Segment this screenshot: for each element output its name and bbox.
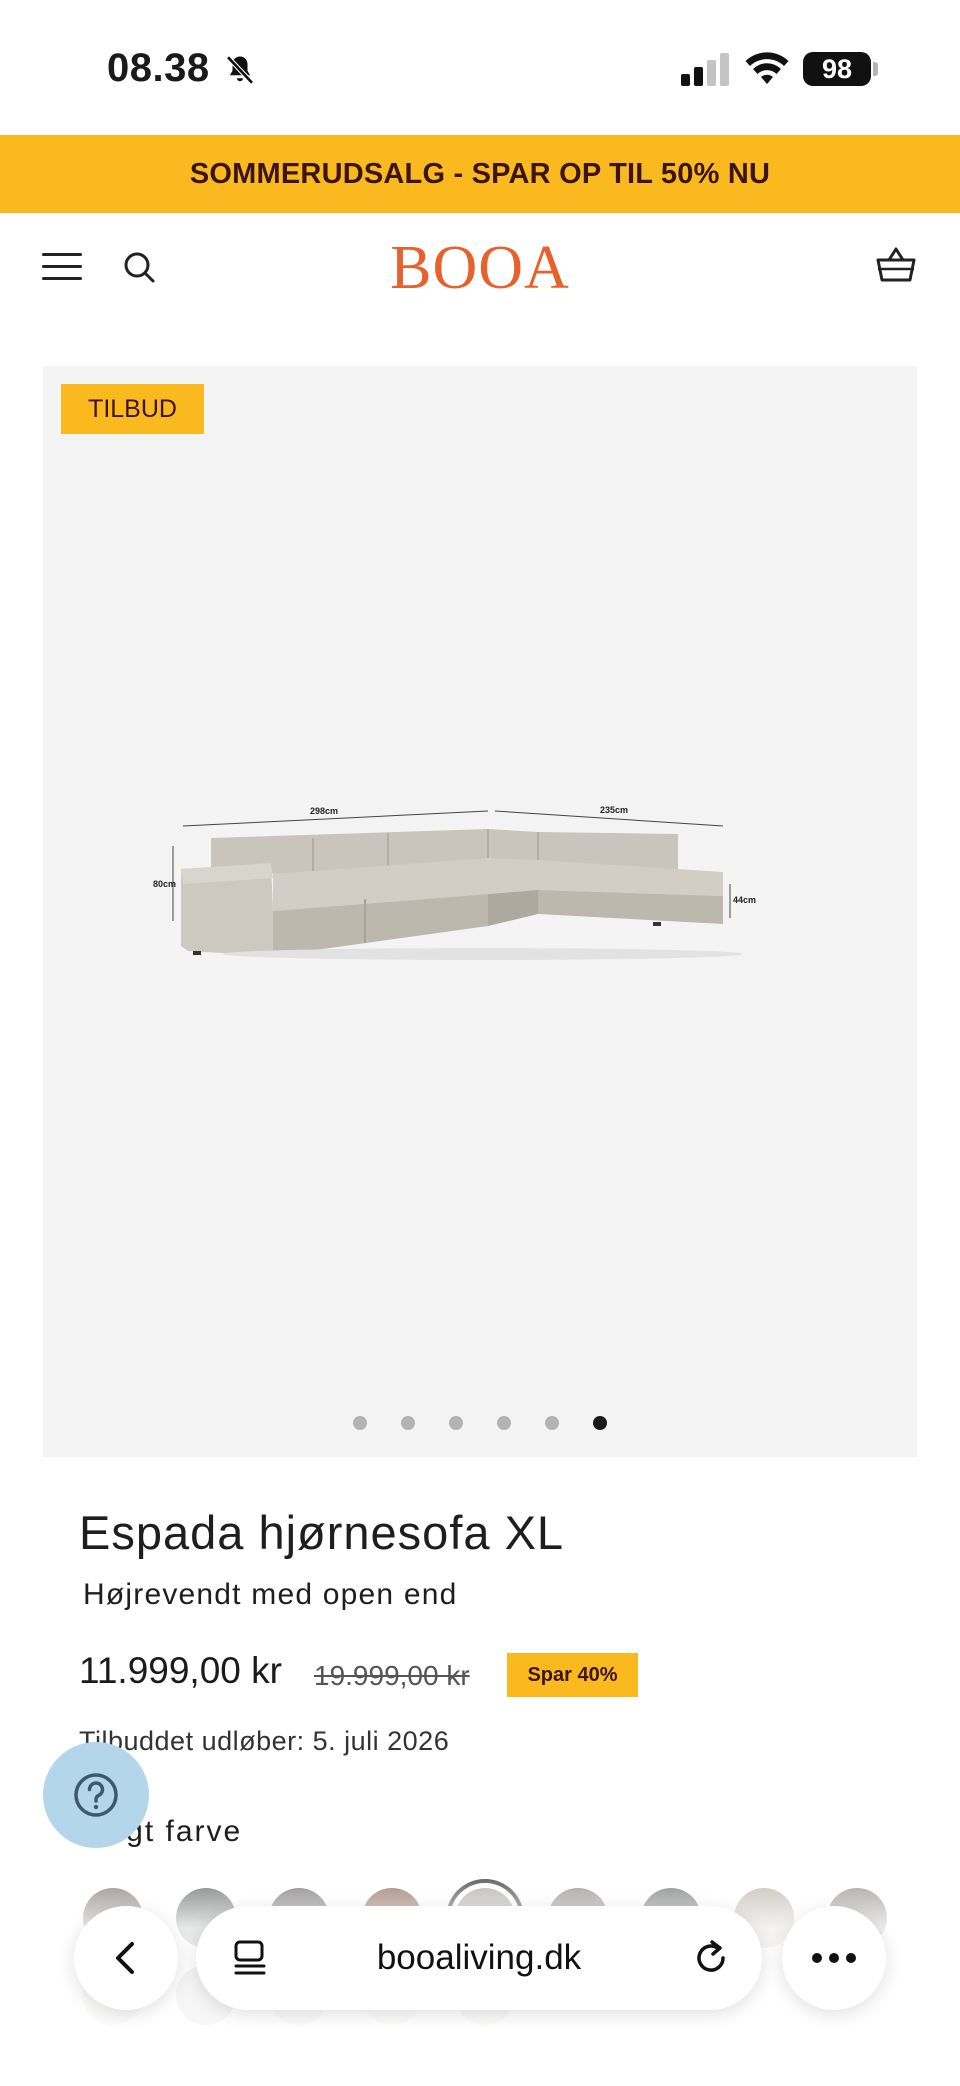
discount-badge: Spar 40% [507,1653,638,1697]
status-time: 08.38 [107,46,210,90]
dimension-seat-height: 44cm [733,895,756,905]
menu-icon[interactable] [42,253,82,283]
wifi-icon [745,52,789,84]
browser-back-button[interactable] [74,1906,178,2010]
promo-text: SOMMERUDSALG - SPAR OP TIL 50% NU [189,157,771,190]
chevron-left-icon [116,1942,134,1974]
help-button[interactable] [43,1742,149,1848]
browser-more-button[interactable] [782,1906,886,2010]
battery-cap [873,62,878,76]
product-variant: Højrevendt med open end [83,1578,458,1611]
battery-indicator: 98 [803,52,871,86]
current-price: 11.999,00 kr [79,1650,282,1691]
carousel-dots [43,1416,917,1436]
carousel-dot[interactable] [545,1416,559,1430]
dimension-height: 80cm [153,879,176,889]
promo-banner[interactable]: SOMMERUDSALG - SPAR OP TIL 50% NU [0,135,960,213]
status-bar: 08.38 98 [0,0,960,135]
carousel-dot[interactable] [401,1416,415,1430]
carousel-dot[interactable] [449,1416,463,1430]
offer-expiry-text: Tilbuddet udløber: 5. juli 2026 [79,1726,450,1756]
original-price: 19.999,00 kr [314,1660,470,1691]
carousel-dot[interactable] [353,1416,367,1430]
dimension-width-right: 235cm [600,805,628,815]
search-icon[interactable] [120,248,160,288]
product-title: Espada hjørnesofa XL [79,1506,565,1559]
carousel-dot[interactable] [497,1416,511,1430]
dimension-width-left: 298cm [310,806,338,816]
reload-icon[interactable] [690,1936,732,1978]
browser-address-bar[interactable]: booaliving.dk [196,1906,762,2010]
more-dots-icon [812,1953,856,1963]
carousel-dot-active[interactable] [593,1416,607,1430]
cellular-signal-icon [681,53,729,86]
browser-url[interactable]: booaliving.dk [196,1938,762,1978]
product-image-sofa[interactable]: 298cm 235cm 60cm 80cm 44cm [143,786,823,1006]
basket-icon[interactable] [874,243,918,287]
product-image-gallery[interactable]: TILBUD 298cm 235cm 60cm 80cm 44cm [43,366,917,1457]
site-header: BOOA [0,213,960,323]
question-icon [74,1773,118,1817]
offer-badge: TILBUD [61,384,204,434]
bell-muted-icon [226,55,254,85]
brand-logo[interactable]: BOOA [385,235,575,301]
